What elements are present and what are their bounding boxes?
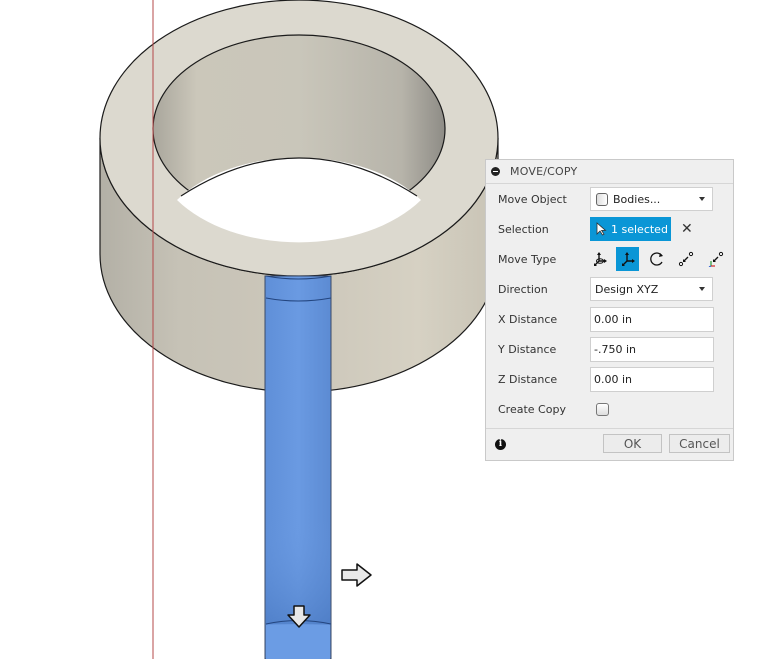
move-object-dropdown[interactable]: Bodies...	[590, 187, 713, 211]
translate-xyz-icon	[621, 252, 635, 266]
rotate-button[interactable]	[645, 247, 668, 271]
direction-label: Direction	[498, 282, 548, 296]
x-distance-row: X Distance 0.00 in	[498, 307, 728, 332]
move-copy-dialog: MOVE/COPY Move Object Bodies... Selectio…	[485, 159, 734, 461]
move-type-row: Move Type	[498, 247, 728, 271]
direction-value: Design XYZ	[595, 282, 659, 296]
dialog-footer: i OK Cancel	[486, 428, 733, 462]
point-to-position-icon	[708, 251, 723, 267]
x-distance-input[interactable]: 0.00 in	[590, 307, 714, 332]
selection-row: Selection 1 selected ✕	[498, 217, 728, 241]
direction-dropdown[interactable]: Design XYZ	[590, 277, 713, 301]
move-type-label: Move Type	[498, 252, 557, 266]
dialog-title: MOVE/COPY	[510, 165, 578, 178]
point-to-point-icon	[678, 251, 693, 267]
clear-selection-icon[interactable]: ✕	[681, 221, 693, 237]
x-direction-arrow-icon[interactable]	[341, 563, 372, 587]
selection-button[interactable]: 1 selected	[590, 217, 671, 241]
create-copy-label: Create Copy	[498, 402, 566, 416]
y-distance-input[interactable]: -.750 in	[590, 337, 714, 362]
free-move-icon	[593, 252, 607, 266]
move-object-label: Move Object	[498, 192, 567, 206]
translate-xyz-button[interactable]	[616, 247, 639, 271]
z-distance-input[interactable]: 0.00 in	[590, 367, 714, 392]
z-distance-label: Z Distance	[498, 372, 558, 386]
point-to-position-button[interactable]	[704, 247, 727, 271]
dialog-header[interactable]: MOVE/COPY	[486, 160, 733, 184]
move-object-value: Bodies...	[613, 192, 661, 206]
selected-body-lower	[266, 625, 330, 659]
z-distance-row: Z Distance 0.00 in	[498, 367, 728, 392]
selection-label: Selection	[498, 222, 549, 236]
info-icon[interactable]: i	[495, 439, 506, 450]
free-move-button[interactable]	[588, 247, 611, 271]
chevron-down-icon	[699, 197, 705, 201]
ok-button[interactable]: OK	[603, 434, 662, 453]
x-distance-label: X Distance	[498, 312, 558, 326]
create-copy-row: Create Copy	[498, 397, 728, 421]
rotate-icon	[649, 252, 663, 266]
y-distance-row: Y Distance -.750 in	[498, 337, 728, 362]
point-to-point-button[interactable]	[674, 247, 697, 271]
move-object-row: Move Object Bodies...	[498, 187, 728, 211]
chevron-down-icon	[699, 287, 705, 291]
y-distance-label: Y Distance	[498, 342, 557, 356]
cancel-button[interactable]: Cancel	[669, 434, 730, 453]
body-icon	[596, 192, 608, 206]
create-copy-checkbox[interactable]	[596, 403, 609, 416]
cursor-arrow-icon	[596, 222, 607, 236]
direction-row: Direction Design XYZ	[498, 277, 728, 301]
selection-value: 1 selected	[611, 222, 668, 236]
collapse-icon[interactable]	[491, 167, 500, 176]
